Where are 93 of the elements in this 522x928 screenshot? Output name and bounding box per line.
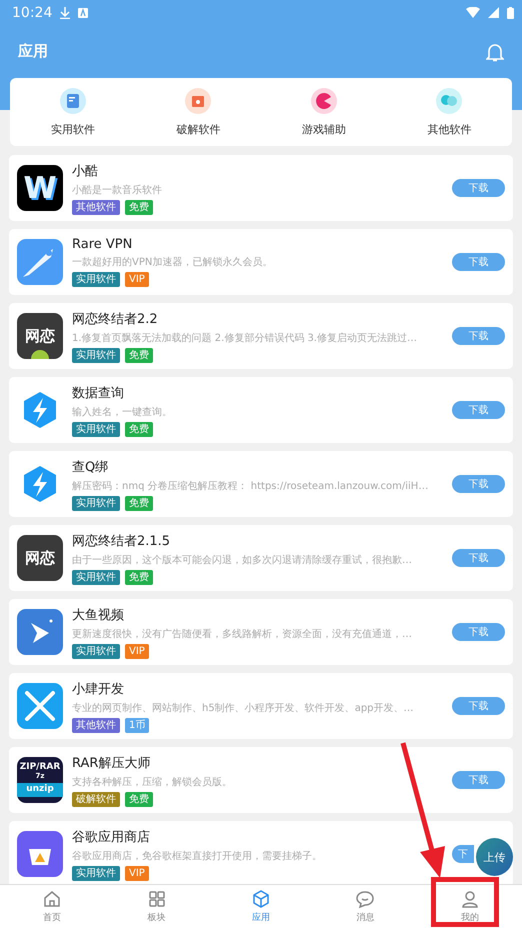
page-title: 应用 <box>18 42 48 61</box>
download-button[interactable]: 下载 <box>452 771 505 789</box>
app-name: 网恋终结者2.1.5 <box>72 532 172 550</box>
app-card[interactable]: W 小酷 小酷是一款音乐软件 其他软件 免费 下载 <box>9 155 513 221</box>
category-label[interactable]: 实用软件 <box>50 122 95 136</box>
app-icon: W <box>17 165 63 211</box>
app-card[interactable]: 小肆开发 专业的网页制作、网站制作、h5制作、小程序开发、软件开发、app开发、… 其他软件 1币 下载 <box>9 673 513 739</box>
bell-icon[interactable] <box>486 42 504 62</box>
download-button[interactable]: 下载 <box>452 327 505 345</box>
app-name: 网恋终结者2.2 <box>72 310 159 328</box>
grid-icon <box>146 889 167 909</box>
tag: 实用软件 <box>72 422 120 436</box>
app-card[interactable]: 查Q绑 解压密码：nmq 分卷压缩包解压教程： https://roseteam.lanzouw.com/iiH… 实用软件 免费 下载 <box>9 451 513 517</box>
tag: 实用软件 <box>72 570 120 584</box>
notification-icon <box>78 8 88 18</box>
tag: 实用软件 <box>72 644 120 658</box>
app-card[interactable]: 网恋 网恋终结者2.1.5 由于一些原因，这个版本可能会闪退，如多次闪退请清除缓存重试，很抱歉… 实用软件 免费 下载 <box>9 525 513 591</box>
status-time: 10:24 <box>12 4 52 20</box>
tag: 实用软件 <box>72 496 120 510</box>
app-description: 专业的网页制作、网站制作、h5制作、小程序开发、软件开发、app开发、… <box>72 702 415 714</box>
tag: 免费 <box>125 348 153 362</box>
chat-bubbles-icon <box>436 88 462 114</box>
tag: 免费 <box>125 200 153 214</box>
app-icon: 网恋 <box>17 313 63 359</box>
tag: 免费 <box>125 792 153 806</box>
tools-icon <box>17 683 63 729</box>
app-card[interactable]: Rare VPN 一款超好用的VPN加速器，已解锁永久会员。 实用软件 VIP 下载 <box>9 229 513 295</box>
app-card[interactable]: 网恋 网恋终结者2.2 1.修复首页飘落无法加载的问题 2.修复部分错误代码 3.修复启动页无法跳过… 实用软件 免费 下载 <box>9 303 513 369</box>
pacman-icon <box>310 88 337 114</box>
app-description: 支持各种解压，压缩，解锁会员版。 <box>72 776 233 788</box>
wifi-icon <box>466 7 480 18</box>
signal-icon <box>488 7 499 18</box>
chat-bubble-icon <box>355 889 376 909</box>
app-name: 数据查询 <box>72 384 125 402</box>
tag: VIP <box>125 272 149 287</box>
download-button[interactable]: 下载 <box>452 623 505 641</box>
app-name: RAR解压大师 <box>72 754 152 772</box>
tag: 破解软件 <box>72 792 120 806</box>
category-label[interactable]: 游戏辅助 <box>302 122 346 136</box>
tag: 其他软件 <box>72 718 120 732</box>
battery-icon <box>507 6 514 18</box>
tag: 实用软件 <box>72 866 120 880</box>
tag: 免费 <box>125 496 153 510</box>
download-button[interactable]: 下载 <box>452 475 505 493</box>
home-icon <box>42 889 62 909</box>
tag: VIP <box>125 644 149 658</box>
app-name: 查Q绑 <box>72 458 110 476</box>
app-name: 谷歌应用商店 <box>72 828 151 846</box>
download-button[interactable]: 下 <box>452 845 474 863</box>
app-description: 小酷是一款音乐软件 <box>72 184 163 196</box>
tag: 实用软件 <box>72 348 120 362</box>
app-description: 更新速度很快，没有广告随便看，多线路解析，资源全面，没有充值通道，… <box>72 628 413 640</box>
app-description: 一款超好用的VPN加速器，已解锁永久会员。 <box>72 256 274 269</box>
android-icon <box>31 350 49 359</box>
app-name: Rare VPN <box>72 237 134 252</box>
shopping-bag-icon <box>17 831 63 877</box>
comet-icon <box>17 239 63 285</box>
nav-tab[interactable]: 消息 <box>313 885 418 928</box>
download-icon <box>60 6 70 18</box>
tag: VIP <box>125 866 149 880</box>
nav-tab[interactable]: 首页 <box>0 885 104 928</box>
annotation-frame <box>431 877 499 927</box>
fish-icon <box>17 609 63 655</box>
app-description: 1.修复首页飘落无法加载的问题 2.修复部分错误代码 3.修复启动页无法跳过… <box>72 332 418 344</box>
nav-tab[interactable]: 我的 <box>418 885 522 928</box>
download-button[interactable]: 下载 <box>452 401 505 419</box>
tag: 1币 <box>125 718 150 732</box>
app-icon: 网恋 <box>17 535 63 581</box>
tag: 免费 <box>125 570 153 584</box>
app-name: 小酷 <box>72 162 99 180</box>
document-icon <box>60 88 86 114</box>
user-icon <box>460 889 480 909</box>
nav-tab[interactable]: 板块 <box>104 885 209 928</box>
app-description: 输入姓名，一键查询。 <box>72 406 173 418</box>
app-name: 小肆开发 <box>72 680 125 698</box>
app-description: 谷歌应用商店，免谷歌框架直接打开使用，需要挂梯子。 <box>72 850 323 862</box>
tag: 其他软件 <box>72 200 120 214</box>
gift-icon <box>185 88 212 114</box>
category-label[interactable]: 其他软件 <box>427 122 472 136</box>
app-card[interactable]: 数据查询 输入姓名，一键查询。 实用软件 免费 下载 <box>9 377 513 443</box>
app-description: 解压密码：nmq 分卷压缩包解压教程： https://roseteam.lanzouw.com/iiH… <box>72 480 430 492</box>
download-button[interactable]: 下载 <box>452 253 505 271</box>
download-button[interactable]: 下载 <box>452 179 505 197</box>
app-card[interactable]: 大鱼视频 更新速度很快，没有广告随便看，多线路解析，资源全面，没有充值通道，… 实用软件 VIP 下载 <box>9 599 513 665</box>
app-name: 大鱼视频 <box>72 606 125 624</box>
tag: 免费 <box>125 422 153 436</box>
nav-tab[interactable]: 应用 <box>208 885 314 928</box>
app-description: 由于一些原因，这个版本可能会闪退，如多次闪退请清除缓存重试，很抱歉… <box>72 554 413 566</box>
cube-icon <box>250 889 271 909</box>
download-button[interactable]: 下载 <box>452 697 505 715</box>
category-label[interactable]: 破解软件 <box>176 122 220 136</box>
download-button[interactable]: 下载 <box>452 549 505 567</box>
tag: 实用软件 <box>72 272 120 287</box>
